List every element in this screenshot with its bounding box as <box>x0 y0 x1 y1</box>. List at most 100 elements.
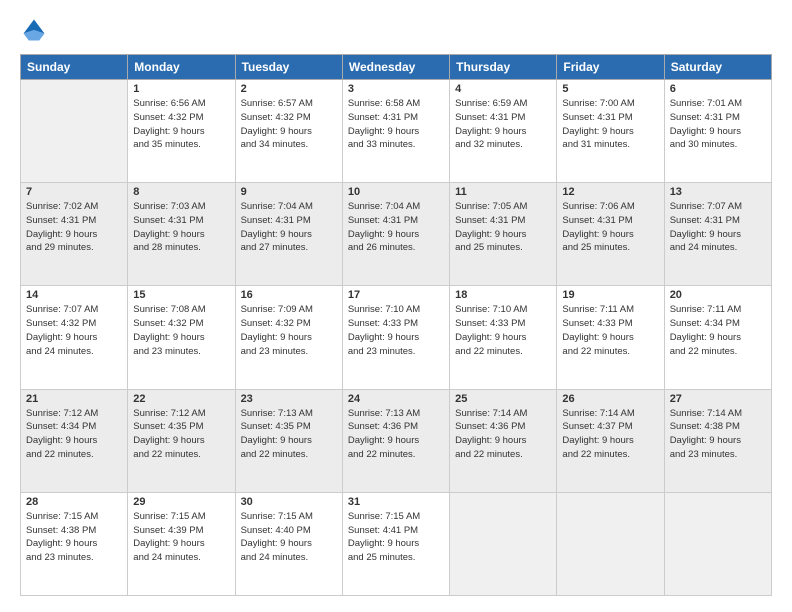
page: SundayMondayTuesdayWednesdayThursdayFrid… <box>0 0 792 612</box>
day-number: 28 <box>26 496 122 508</box>
calendar-cell: 14 Sunrise: 7:07 AM Sunset: 4:32 PM Dayli… <box>21 286 128 389</box>
day-info: Sunrise: 7:04 AM Sunset: 4:31 PM Dayligh… <box>241 200 337 255</box>
day-info: Sunrise: 7:03 AM Sunset: 4:31 PM Dayligh… <box>133 200 229 255</box>
day-number: 14 <box>26 289 122 301</box>
day-info: Sunrise: 7:08 AM Sunset: 4:32 PM Dayligh… <box>133 303 229 358</box>
day-number: 21 <box>26 393 122 405</box>
day-info: Sunrise: 7:14 AM Sunset: 4:36 PM Dayligh… <box>455 407 551 462</box>
day-number: 9 <box>241 186 337 198</box>
calendar-cell: 31 Sunrise: 7:15 AM Sunset: 4:41 PM Dayli… <box>342 492 449 595</box>
day-info: Sunrise: 7:05 AM Sunset: 4:31 PM Dayligh… <box>455 200 551 255</box>
day-number: 3 <box>348 83 444 95</box>
calendar-week-row: 21 Sunrise: 7:12 AM Sunset: 4:34 PM Dayli… <box>21 389 772 492</box>
calendar-cell: 25 Sunrise: 7:14 AM Sunset: 4:36 PM Dayli… <box>450 389 557 492</box>
calendar-cell: 23Sunrise: 7:13 AM Sunset: 4:35 PM Dayli… <box>235 389 342 492</box>
calendar-cell: 8 Sunrise: 7:03 AM Sunset: 4:31 PM Daylig… <box>128 183 235 286</box>
col-header-wednesday: Wednesday <box>342 55 449 80</box>
day-number: 15 <box>133 289 229 301</box>
day-number: 27 <box>670 393 766 405</box>
calendar-cell: 21 Sunrise: 7:12 AM Sunset: 4:34 PM Dayli… <box>21 389 128 492</box>
calendar-cell: 22 Sunrise: 7:12 AM Sunset: 4:35 PM Dayli… <box>128 389 235 492</box>
col-header-thursday: Thursday <box>450 55 557 80</box>
calendar-cell: 12 Sunrise: 7:06 AM Sunset: 4:31 PM Dayli… <box>557 183 664 286</box>
day-number: 16 <box>241 289 337 301</box>
calendar-cell: 11 Sunrise: 7:05 AM Sunset: 4:31 PM Dayli… <box>450 183 557 286</box>
calendar-cell <box>21 80 128 183</box>
day-info: Sunrise: 7:01 AM Sunset: 4:31 PM Dayligh… <box>670 97 766 152</box>
logo-icon <box>20 16 48 44</box>
calendar-cell: 6 Sunrise: 7:01 AM Sunset: 4:31 PM Daylig… <box>664 80 771 183</box>
day-number: 17 <box>348 289 444 301</box>
calendar-week-row: 14 Sunrise: 7:07 AM Sunset: 4:32 PM Dayli… <box>21 286 772 389</box>
calendar-table: SundayMondayTuesdayWednesdayThursdayFrid… <box>20 54 772 596</box>
day-info: Sunrise: 6:58 AM Sunset: 4:31 PM Dayligh… <box>348 97 444 152</box>
calendar-cell: 16 Sunrise: 7:09 AM Sunset: 4:32 PM Dayli… <box>235 286 342 389</box>
day-number: 31 <box>348 496 444 508</box>
calendar-cell: 24 Sunrise: 7:13 AM Sunset: 4:36 PM Dayli… <box>342 389 449 492</box>
day-number: 4 <box>455 83 551 95</box>
day-info: Sunrise: 7:14 AM Sunset: 4:37 PM Dayligh… <box>562 407 658 462</box>
day-number: 6 <box>670 83 766 95</box>
col-header-monday: Monday <box>128 55 235 80</box>
calendar-cell <box>664 492 771 595</box>
day-info: Sunrise: 7:04 AM Sunset: 4:31 PM Dayligh… <box>348 200 444 255</box>
day-info: Sunrise: 7:12 AM Sunset: 4:34 PM Dayligh… <box>26 407 122 462</box>
day-number: 10 <box>348 186 444 198</box>
calendar-cell: 20Sunrise: 7:11 AM Sunset: 4:34 PM Dayli… <box>664 286 771 389</box>
day-info: Sunrise: 7:12 AM Sunset: 4:35 PM Dayligh… <box>133 407 229 462</box>
day-number: 5 <box>562 83 658 95</box>
calendar-cell <box>450 492 557 595</box>
day-info: Sunrise: 7:11 AM Sunset: 4:33 PM Dayligh… <box>562 303 658 358</box>
day-info: Sunrise: 7:15 AM Sunset: 4:39 PM Dayligh… <box>133 510 229 565</box>
calendar-cell: 9 Sunrise: 7:04 AM Sunset: 4:31 PM Daylig… <box>235 183 342 286</box>
day-info: Sunrise: 7:02 AM Sunset: 4:31 PM Dayligh… <box>26 200 122 255</box>
calendar-cell: 29 Sunrise: 7:15 AM Sunset: 4:39 PM Dayli… <box>128 492 235 595</box>
calendar-cell: 13 Sunrise: 7:07 AM Sunset: 4:31 PM Dayli… <box>664 183 771 286</box>
calendar-cell: 1Sunrise: 6:56 AM Sunset: 4:32 PM Daylig… <box>128 80 235 183</box>
calendar-cell <box>557 492 664 595</box>
calendar-cell: 15 Sunrise: 7:08 AM Sunset: 4:32 PM Dayli… <box>128 286 235 389</box>
day-number: 22 <box>133 393 229 405</box>
col-header-tuesday: Tuesday <box>235 55 342 80</box>
day-number: 19 <box>562 289 658 301</box>
day-info: Sunrise: 7:15 AM Sunset: 4:41 PM Dayligh… <box>348 510 444 565</box>
day-info: Sunrise: 6:56 AM Sunset: 4:32 PM Dayligh… <box>133 97 229 152</box>
calendar-cell: 19 Sunrise: 7:11 AM Sunset: 4:33 PM Dayli… <box>557 286 664 389</box>
day-info: Sunrise: 7:09 AM Sunset: 4:32 PM Dayligh… <box>241 303 337 358</box>
calendar-cell: 27Sunrise: 7:14 AM Sunset: 4:38 PM Dayli… <box>664 389 771 492</box>
col-header-saturday: Saturday <box>664 55 771 80</box>
calendar-cell: 26 Sunrise: 7:14 AM Sunset: 4:37 PM Dayli… <box>557 389 664 492</box>
day-number: 29 <box>133 496 229 508</box>
calendar-cell: 30 Sunrise: 7:15 AM Sunset: 4:40 PM Dayli… <box>235 492 342 595</box>
day-number: 8 <box>133 186 229 198</box>
day-number: 25 <box>455 393 551 405</box>
day-info: Sunrise: 7:13 AM Sunset: 4:35 PM Dayligh… <box>241 407 337 462</box>
day-number: 24 <box>348 393 444 405</box>
day-number: 30 <box>241 496 337 508</box>
day-number: 26 <box>562 393 658 405</box>
calendar-cell: 18Sunrise: 7:10 AM Sunset: 4:33 PM Dayli… <box>450 286 557 389</box>
day-info: Sunrise: 7:00 AM Sunset: 4:31 PM Dayligh… <box>562 97 658 152</box>
calendar-cell: 4Sunrise: 6:59 AM Sunset: 4:31 PM Daylig… <box>450 80 557 183</box>
day-info: Sunrise: 7:11 AM Sunset: 4:34 PM Dayligh… <box>670 303 766 358</box>
day-number: 13 <box>670 186 766 198</box>
day-info: Sunrise: 7:15 AM Sunset: 4:40 PM Dayligh… <box>241 510 337 565</box>
col-header-sunday: Sunday <box>21 55 128 80</box>
day-number: 2 <box>241 83 337 95</box>
logo <box>20 16 52 44</box>
calendar-cell: 10 Sunrise: 7:04 AM Sunset: 4:31 PM Dayli… <box>342 183 449 286</box>
day-info: Sunrise: 7:10 AM Sunset: 4:33 PM Dayligh… <box>455 303 551 358</box>
header <box>20 16 772 44</box>
day-info: Sunrise: 7:07 AM Sunset: 4:31 PM Dayligh… <box>670 200 766 255</box>
day-number: 12 <box>562 186 658 198</box>
day-info: Sunrise: 6:57 AM Sunset: 4:32 PM Dayligh… <box>241 97 337 152</box>
calendar-cell: 5 Sunrise: 7:00 AM Sunset: 4:31 PM Daylig… <box>557 80 664 183</box>
calendar-header-row: SundayMondayTuesdayWednesdayThursdayFrid… <box>21 55 772 80</box>
day-info: Sunrise: 7:13 AM Sunset: 4:36 PM Dayligh… <box>348 407 444 462</box>
day-number: 11 <box>455 186 551 198</box>
calendar-week-row: 1Sunrise: 6:56 AM Sunset: 4:32 PM Daylig… <box>21 80 772 183</box>
calendar-cell: 2 Sunrise: 6:57 AM Sunset: 4:32 PM Daylig… <box>235 80 342 183</box>
day-info: Sunrise: 7:07 AM Sunset: 4:32 PM Dayligh… <box>26 303 122 358</box>
day-info: Sunrise: 7:06 AM Sunset: 4:31 PM Dayligh… <box>562 200 658 255</box>
day-info: Sunrise: 7:15 AM Sunset: 4:38 PM Dayligh… <box>26 510 122 565</box>
